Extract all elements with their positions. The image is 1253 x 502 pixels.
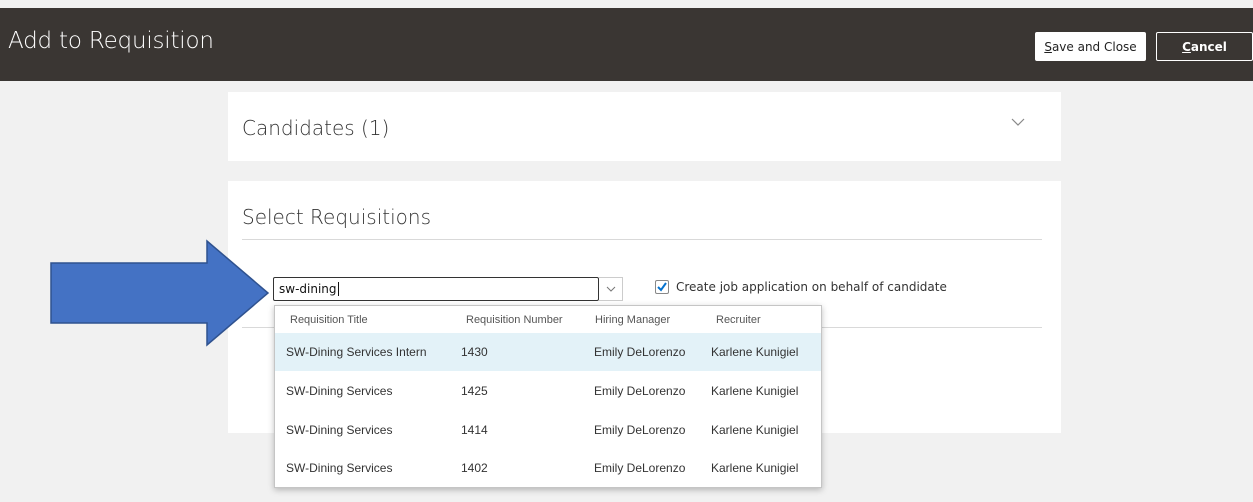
requisition-search-input[interactable]: sw-dining: [273, 277, 599, 301]
option-title: SW-Dining Services: [286, 384, 393, 398]
requisition-dropdown-list: Requisition Title Requisition Number Hir…: [274, 305, 822, 488]
section-divider: [242, 239, 1042, 240]
chevron-down-icon: [606, 286, 615, 292]
requisition-option[interactable]: SW-Dining Services 1414 Emily DeLorenzo …: [275, 411, 821, 449]
candidates-panel: Candidates (1): [228, 92, 1061, 161]
create-application-label: Create job application on behalf of cand…: [676, 280, 947, 294]
save-and-close-label: Save and Close: [1044, 39, 1137, 54]
chevron-down-icon[interactable]: [1010, 114, 1026, 130]
option-recruiter: Karlene Kunigiel: [711, 345, 799, 359]
option-manager: Emily DeLorenzo: [594, 423, 686, 437]
option-number: 1425: [461, 384, 488, 398]
option-manager: Emily DeLorenzo: [594, 345, 686, 359]
option-title: SW-Dining Services: [286, 423, 393, 437]
save-and-close-button[interactable]: Save and Close: [1035, 32, 1146, 61]
requisition-dropdown-button[interactable]: [599, 277, 623, 301]
column-header-manager: Hiring Manager: [595, 314, 671, 326]
option-manager: Emily DeLorenzo: [594, 384, 686, 398]
option-number: 1414: [461, 423, 488, 437]
requisition-option[interactable]: SW-Dining Services Intern 1430 Emily DeL…: [275, 333, 821, 371]
column-header-recruiter: Recruiter: [716, 314, 761, 326]
option-number: 1430: [461, 345, 488, 359]
cancel-label: Cancel: [1182, 39, 1227, 54]
requisition-option[interactable]: SW-Dining Services 1425 Emily DeLorenzo …: [275, 372, 821, 410]
text-cursor: [337, 282, 339, 296]
option-manager: Emily DeLorenzo: [594, 461, 686, 475]
cancel-button[interactable]: Cancel: [1156, 32, 1253, 61]
option-number: 1402: [461, 461, 488, 475]
option-title: SW-Dining Services Intern: [286, 345, 427, 359]
requisition-option[interactable]: SW-Dining Services 1402 Emily DeLorenzo …: [275, 449, 821, 487]
arrow-right-icon: [50, 239, 270, 347]
requisition-search-value: sw-dining: [279, 282, 337, 296]
option-recruiter: Karlene Kunigiel: [711, 384, 799, 398]
checkmark-icon: [657, 282, 667, 292]
option-recruiter: Karlene Kunigiel: [711, 423, 799, 437]
create-application-checkbox[interactable]: [655, 280, 669, 294]
column-header-number: Requisition Number: [466, 314, 563, 326]
column-header-title: Requisition Title: [290, 314, 368, 326]
option-recruiter: Karlene Kunigiel: [711, 461, 799, 475]
dropdown-header: Requisition Title Requisition Number Hir…: [275, 306, 821, 332]
option-title: SW-Dining Services: [286, 461, 393, 475]
